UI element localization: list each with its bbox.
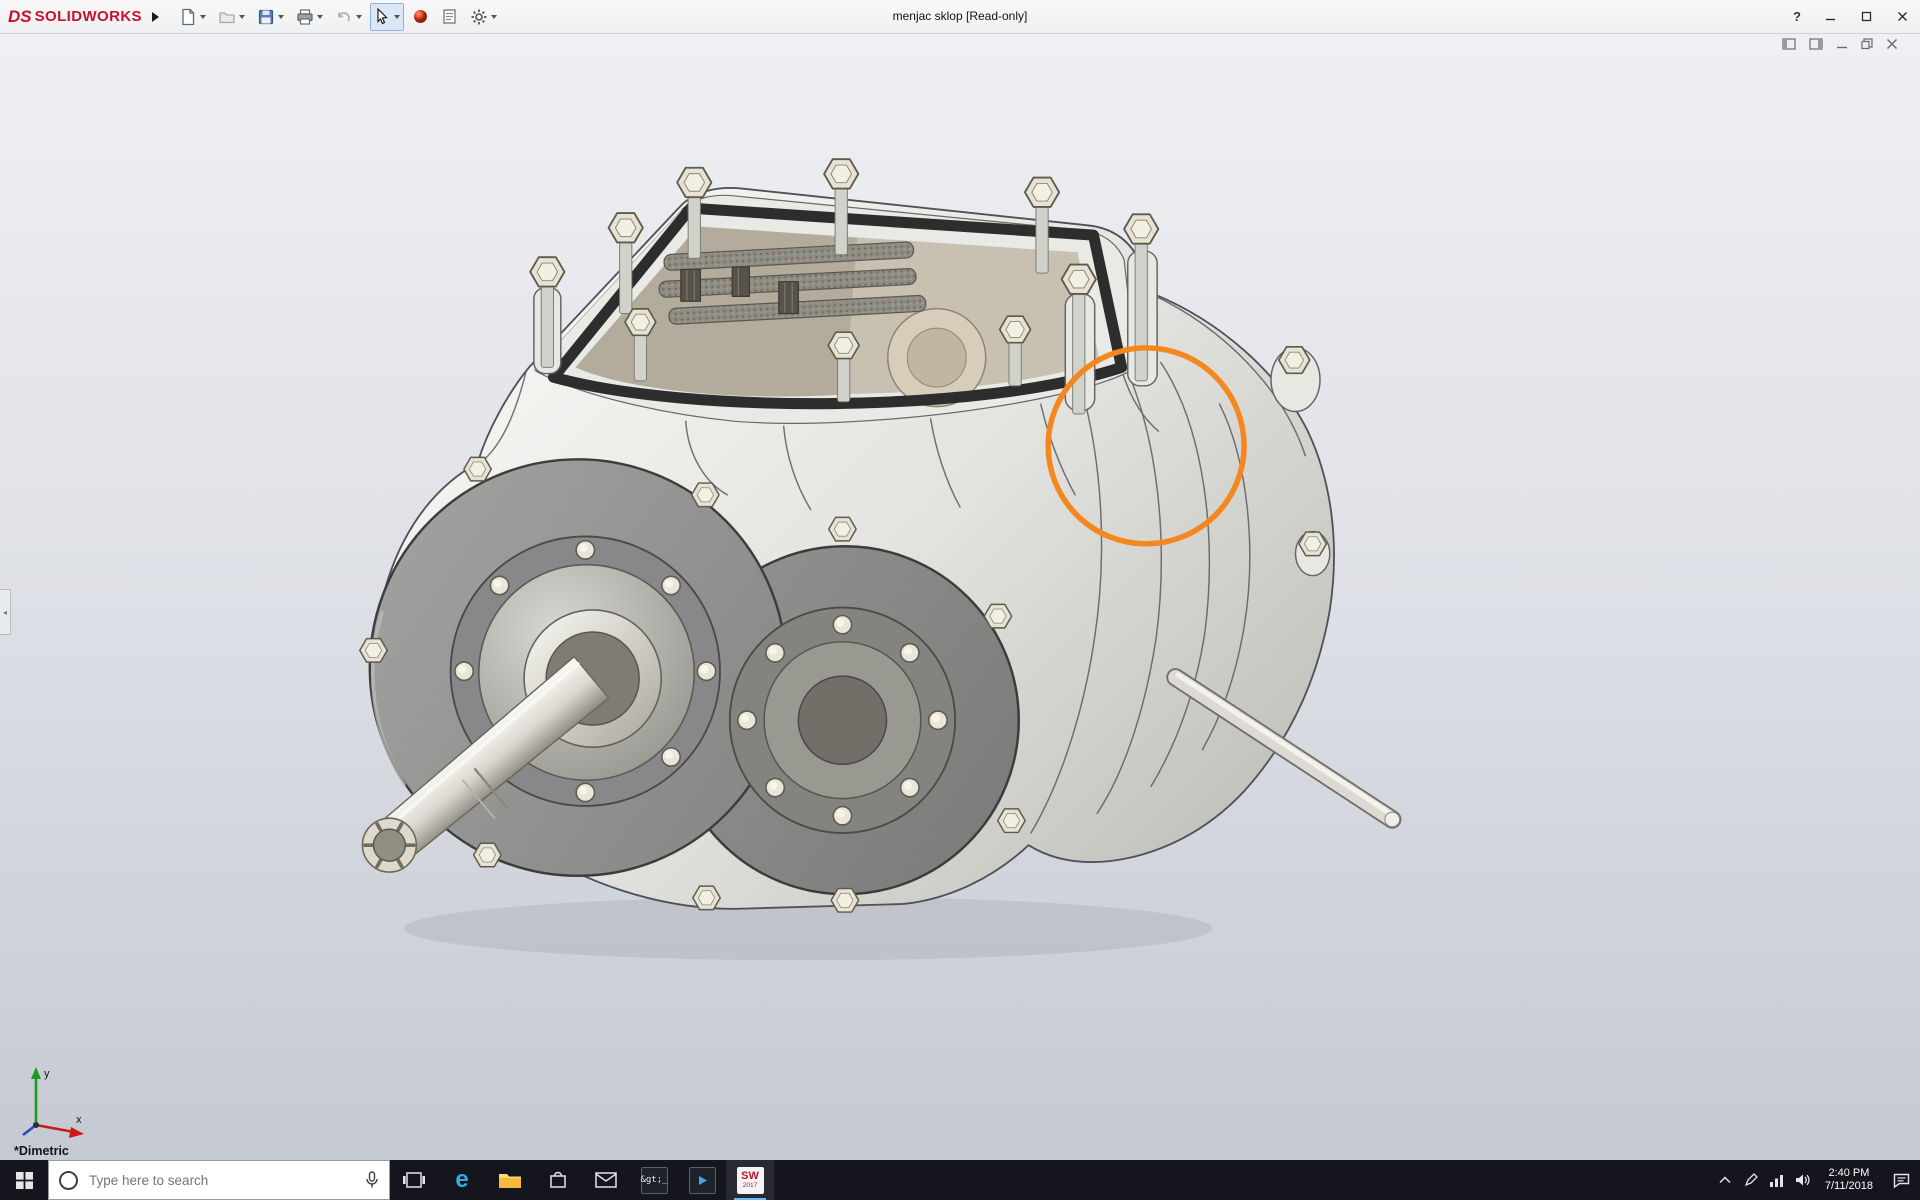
- close-button[interactable]: [1884, 0, 1920, 33]
- gearbox-model-scene[interactable]: [0, 33, 1920, 1160]
- file-properties-button[interactable]: [437, 3, 462, 31]
- dassault-logo-icon: DS: [8, 6, 32, 26]
- brand-text: SOLIDWORKS: [34, 8, 142, 25]
- triad-y-label: y: [44, 1068, 50, 1080]
- new-document-button[interactable]: [175, 3, 210, 31]
- solidworks-app-button[interactable]: SW 2017: [726, 1160, 774, 1200]
- document-window-controls: [1782, 38, 1898, 50]
- search-input[interactable]: [87, 1171, 356, 1189]
- minimize-icon: [1825, 18, 1835, 21]
- sw-icon-text: SW: [741, 1170, 759, 1182]
- pen-tray-button[interactable]: [1738, 1160, 1764, 1200]
- windows-logo-icon: [15, 1171, 33, 1189]
- select-cursor-icon: [377, 8, 388, 25]
- windows-taskbar: e &gt;_ SW 2017: [0, 1160, 1920, 1200]
- side-cover: [728, 606, 957, 834]
- graphics-viewport[interactable]: ◂ y x *Dimetric: [0, 33, 1920, 1160]
- mail-button[interactable]: [582, 1160, 630, 1200]
- view-orientation-label: *Dimetric: [14, 1144, 69, 1158]
- caret-icon: [393, 14, 400, 19]
- pen-icon: [1744, 1173, 1758, 1187]
- clock-time: 2:40 PM: [1828, 1166, 1870, 1179]
- toolbar-expand-arrow-icon[interactable]: [151, 11, 159, 22]
- edge-browser-button[interactable]: e: [438, 1160, 486, 1200]
- file-properties-icon: [443, 9, 456, 24]
- network-tray-button[interactable]: [1764, 1160, 1790, 1200]
- start-button[interactable]: [0, 1160, 48, 1200]
- doc-minimize-icon[interactable]: [1836, 38, 1848, 50]
- caret-icon: [355, 14, 362, 19]
- volume-tray-button[interactable]: [1790, 1160, 1816, 1200]
- print-icon: [297, 8, 313, 25]
- cortana-icon: [59, 1170, 78, 1190]
- open-folder-icon: [219, 11, 235, 23]
- solidworks-2017-icon: SW 2017: [736, 1166, 764, 1194]
- pane-left-icon[interactable]: [1782, 38, 1796, 50]
- microphone-icon[interactable]: [365, 1171, 379, 1189]
- app-window-button[interactable]: [678, 1160, 726, 1200]
- appearance-button[interactable]: [408, 3, 433, 31]
- help-button[interactable]: ?: [1782, 0, 1812, 33]
- new-document-icon: [182, 8, 195, 25]
- doc-close-icon[interactable]: [1886, 38, 1898, 50]
- save-button[interactable]: [253, 3, 288, 31]
- speaker-icon: [1795, 1174, 1810, 1186]
- action-center-button[interactable]: [1882, 1160, 1920, 1200]
- hidden-icons-button[interactable]: [1712, 1160, 1738, 1200]
- undo-icon: [338, 11, 350, 22]
- taskbar-clock[interactable]: 2:40 PM 7/11/2018: [1816, 1167, 1882, 1194]
- app-window-icon: [688, 1166, 716, 1194]
- window-controls: ?: [1782, 0, 1920, 33]
- caret-icon: [490, 14, 497, 19]
- undo-button[interactable]: [331, 3, 366, 31]
- terminal-app-button[interactable]: &gt;_: [630, 1160, 678, 1200]
- maximize-button[interactable]: [1848, 0, 1884, 33]
- minimize-button[interactable]: [1812, 0, 1848, 33]
- print-button[interactable]: [292, 3, 327, 31]
- caret-icon: [238, 14, 245, 19]
- action-center-icon: [1893, 1173, 1909, 1188]
- collapse-arrow-icon: ◂: [2, 607, 7, 617]
- solidworks-logo: DS SOLIDWORKS: [0, 7, 148, 27]
- window-title: menjac sklop [Read-only]: [892, 9, 1028, 23]
- edge-icon: e: [455, 1166, 469, 1193]
- app-titlebar: DS SOLIDWORKS menjac sklop [Read-only] ?: [0, 0, 1920, 34]
- task-view-icon: [403, 1172, 425, 1188]
- sw-icon-year: 2017: [742, 1182, 758, 1189]
- terminal-icon: &gt;_: [640, 1166, 668, 1194]
- file-explorer-icon: [499, 1173, 521, 1188]
- store-bag-icon: [550, 1171, 566, 1188]
- network-icon: [1769, 1174, 1783, 1187]
- select-tool-button[interactable]: [369, 2, 404, 31]
- app-window-glyph-icon: [698, 1175, 707, 1185]
- triad-x-label: x: [76, 1114, 82, 1126]
- task-view-button[interactable]: [390, 1160, 438, 1200]
- clock-date: 7/11/2018: [1824, 1180, 1873, 1192]
- close-icon: [1897, 12, 1907, 21]
- feature-tree-collapse-tab[interactable]: ◂: [0, 589, 11, 635]
- pane-right-icon[interactable]: [1809, 38, 1823, 50]
- caret-icon: [316, 14, 323, 19]
- open-button[interactable]: [214, 3, 249, 31]
- chevron-up-icon: [1719, 1176, 1731, 1184]
- caret-icon: [277, 14, 284, 19]
- orientation-triad: y x: [22, 1067, 84, 1138]
- doc-restore-icon[interactable]: [1861, 38, 1873, 50]
- caret-icon: [199, 14, 206, 19]
- maximize-icon: [1861, 11, 1871, 22]
- store-button[interactable]: [534, 1160, 582, 1200]
- mail-envelope-icon: [595, 1172, 617, 1188]
- appearance-sphere-icon: [413, 10, 427, 23]
- system-tray: 2:40 PM 7/11/2018: [1712, 1160, 1920, 1200]
- taskbar-search[interactable]: [48, 1160, 390, 1200]
- options-gear-icon: [471, 9, 487, 24]
- terminal-glyph: &gt;_: [640, 1174, 668, 1185]
- file-explorer-button[interactable]: [486, 1160, 534, 1200]
- save-icon: [258, 9, 274, 24]
- options-button[interactable]: [466, 3, 501, 31]
